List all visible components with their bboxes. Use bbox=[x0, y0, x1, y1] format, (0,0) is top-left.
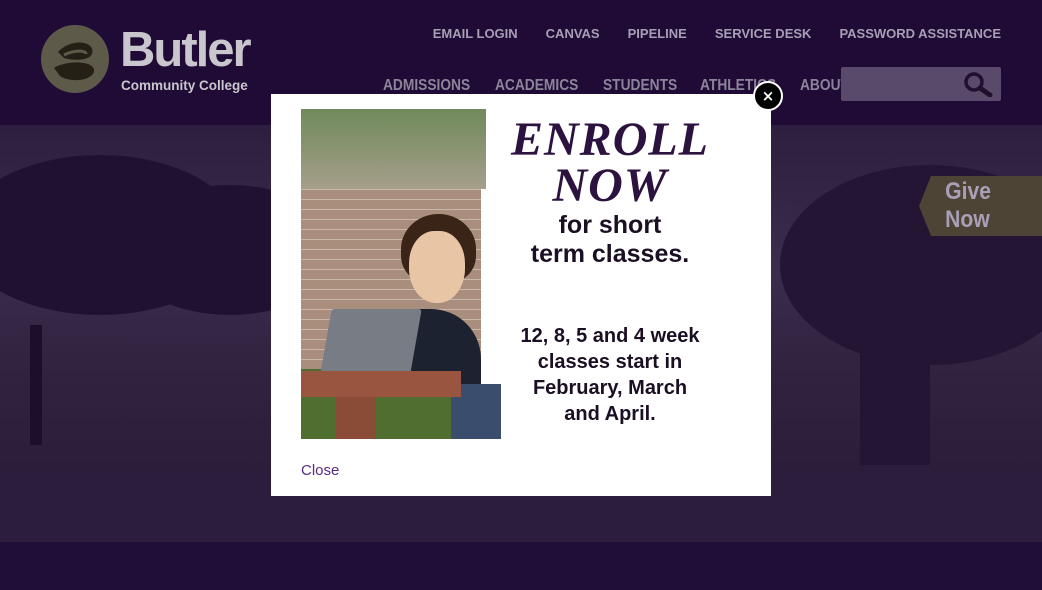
promo-subhead-line: term classes. bbox=[530, 240, 690, 268]
promo-dates-line: 12, 8, 5 and 4 week bbox=[520, 325, 700, 347]
promo-dates: 12, 8, 5 and 4 week classes start in Feb… bbox=[479, 323, 741, 427]
promo-dates-line: classes start in bbox=[537, 351, 683, 373]
promo-modal: ENROLL NOW for short term classes. 12, 8… bbox=[271, 94, 771, 496]
promo-dates-line: February, March bbox=[532, 377, 688, 399]
promo-headline-line: NOW bbox=[552, 159, 668, 212]
promo-headline: ENROLL NOW bbox=[479, 113, 741, 212]
promo-subhead-line: for short bbox=[558, 211, 662, 239]
promo-trees bbox=[301, 109, 486, 189]
promo-table-leg bbox=[336, 397, 376, 439]
promo-headline-line: ENROLL bbox=[511, 113, 709, 166]
enroll-promo-image[interactable]: ENROLL NOW for short term classes. 12, 8… bbox=[301, 109, 741, 439]
promo-subhead: for short term classes. bbox=[479, 211, 741, 269]
promo-table bbox=[301, 371, 461, 397]
close-icon[interactable]: × bbox=[753, 81, 783, 111]
modal-close-link[interactable]: Close bbox=[301, 462, 339, 479]
promo-dates-line: and April. bbox=[564, 403, 656, 425]
promo-student-face bbox=[409, 231, 465, 303]
promo-laptop bbox=[320, 309, 422, 374]
